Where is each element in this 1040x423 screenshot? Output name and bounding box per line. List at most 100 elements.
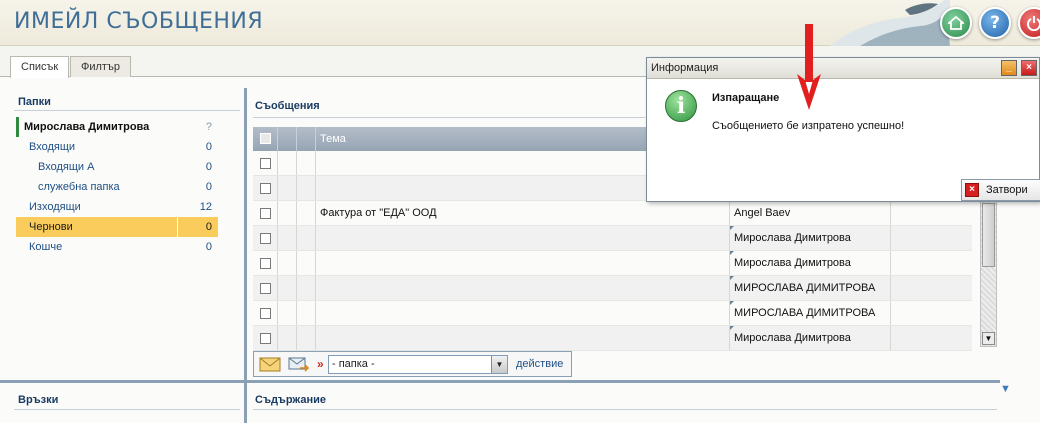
date-cell [891,226,972,250]
subject-cell [316,251,730,275]
scroll-down-arrow-icon[interactable]: ▼ [982,332,995,345]
flag-cell [278,151,297,175]
flag-cell [278,301,297,325]
date-cell [891,276,972,300]
date-cell [891,201,972,225]
subject-cell [316,301,730,325]
logout-button[interactable] [1018,7,1040,39]
action-link[interactable]: действие [516,358,563,370]
collapse-arrow-icon[interactable]: ▼ [1000,383,1011,395]
links-divider [14,409,240,410]
table-row[interactable]: Мирослава Димитрова [253,251,972,276]
table-row[interactable]: Мирослава Димитрова [253,326,972,351]
sender-cell: Мирослава Димитрова [730,226,891,250]
chevron-down-icon[interactable]: ▼ [491,356,507,373]
date-cell [891,251,972,275]
table-row[interactable]: МИРОСЛАВА ДИМИТРОВА [253,301,972,326]
row-checkbox[interactable] [260,158,271,169]
sender-text: Мирослава Димитрова [734,232,851,244]
sender-cell: Мирослава Димитрова [730,326,891,350]
row-checkbox[interactable] [260,308,271,319]
folder-label: Чернови [29,221,73,233]
select-all-checkbox[interactable] [260,133,271,144]
attachment-cell [297,226,316,250]
folder-drafts[interactable]: Чернови 0 [16,217,218,237]
compose-envelope-icon[interactable] [259,356,281,373]
folder-label: служебна папка [38,181,120,193]
row-select-cell [253,301,278,325]
subject-column-label: Тема [320,133,346,145]
folder-label: Изходящи [29,201,81,213]
folder-trash[interactable]: Кошче 0 [16,237,218,257]
app-header: ИМЕЙЛ СЪОБЩЕНИЯ ? [0,0,1040,46]
horizontal-splitter[interactable] [0,380,1000,383]
row-checkbox[interactable] [260,333,271,344]
dialog-close-label: Затвори [986,184,1028,196]
sender-text: МИРОСЛАВА ДИМИТРОВА [734,282,876,294]
sender-cell: МИРОСЛАВА ДИМИТРОВА [730,301,891,325]
folder-owner[interactable]: Мирослава Димитрова ? [16,117,218,137]
row-checkbox[interactable] [260,183,271,194]
power-icon [1027,16,1040,31]
links-title: Връзки [18,394,59,406]
folder-sent[interactable]: Изходящи 12 [16,197,218,217]
flag-column-header[interactable] [278,127,297,151]
dialog-title: Информация [651,62,719,74]
row-checkbox[interactable] [260,233,271,244]
attachment-cell [297,251,316,275]
attachment-column-header[interactable] [297,127,316,151]
folder-work[interactable]: служебна папка 0 [16,177,218,197]
messages-title: Съобщения [255,100,320,112]
table-row[interactable]: Фактура от "ЕДА" ООД Angel Baev [253,201,972,226]
subject-cell [316,226,730,250]
flag-cell [278,276,297,300]
attachment-cell [297,326,316,350]
annotation-arrow-icon [797,24,821,110]
subject-text: Фактура от "ЕДА" ООД [320,207,437,219]
folder-inbox[interactable]: Входящи 0 [16,137,218,157]
forward-envelope-icon[interactable] [288,356,310,373]
status-corner-icon [730,326,734,330]
row-select-cell [253,251,278,275]
dialog-titlebar[interactable]: Информация _ × [647,58,1039,79]
help-button[interactable]: ? [979,7,1011,39]
attachment-cell [297,176,316,200]
folder-label: Входящи [29,141,76,153]
table-row[interactable]: МИРОСЛАВА ДИМИТРОВА [253,276,972,301]
attachment-cell [297,276,316,300]
folders-title: Папки [18,96,51,108]
help-icon: ? [990,13,1000,33]
folder-label: Мирослава Димитрова [24,121,150,133]
folder-inbox-a[interactable]: Входящи А 0 [16,157,218,177]
info-icon: i [665,90,697,122]
row-select-cell [253,151,278,175]
move-arrow-icon: » [317,357,324,371]
subject-cell [316,276,730,300]
folder-count: 0 [205,161,212,173]
sender-text: Мирослава Димитрова [734,257,851,269]
row-checkbox[interactable] [260,208,271,219]
flag-cell [278,226,297,250]
vertical-splitter[interactable] [244,88,247,423]
attachment-cell [297,201,316,225]
folder-select[interactable]: - папка - ▼ [328,355,508,374]
table-row[interactable]: Мирослава Димитрова [253,226,972,251]
dialog-close-button[interactable]: × Затвори [961,179,1040,201]
minimize-icon[interactable]: _ [1001,60,1017,76]
tab-filter[interactable]: Филтър [70,56,131,78]
attachment-cell [297,151,316,175]
row-checkbox[interactable] [260,283,271,294]
status-corner-icon [730,251,734,255]
status-corner-icon [730,301,734,305]
folder-count: 0 [176,217,218,237]
home-button[interactable] [940,7,972,39]
row-checkbox[interactable] [260,258,271,269]
close-icon[interactable]: × [1021,60,1037,76]
attachment-cell [297,301,316,325]
folder-select-value: - папка - [332,358,375,370]
status-corner-icon [730,276,734,280]
select-all-cell [253,127,278,151]
folder-count: 0 [205,141,212,153]
tab-list[interactable]: Списък [10,56,70,78]
scrollbar-thumb[interactable] [982,203,995,267]
